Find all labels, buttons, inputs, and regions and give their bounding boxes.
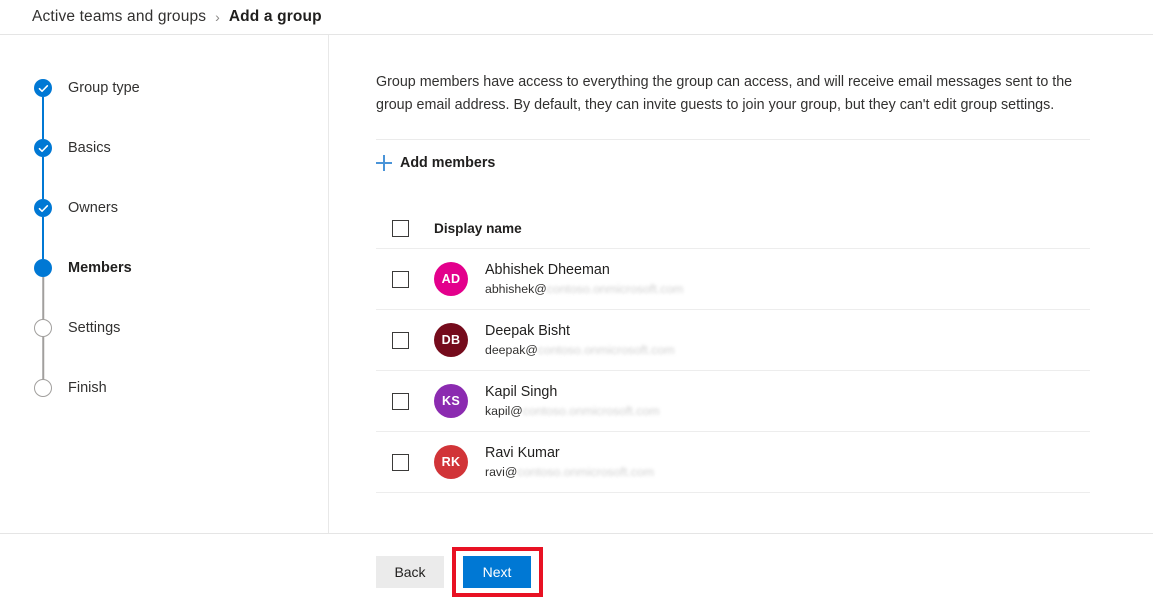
- breadcrumb-current: Add a group: [228, 8, 322, 25]
- member-name: Deepak Bisht: [485, 322, 571, 339]
- sidebar-item-label: Settings: [68, 320, 121, 336]
- member-email-visible: kapil@: [485, 403, 523, 418]
- table-row[interactable]: DB Deepak Bisht deepak@contoso.onmicroso…: [376, 310, 1090, 371]
- avatar: AD: [434, 262, 468, 296]
- row-select-cell: [376, 392, 434, 410]
- member-identity: Abhishek Dheeman abhishek@contoso.onmicr…: [485, 261, 683, 298]
- row-select-cell: [376, 270, 434, 288]
- sidebar-item-label: Owners: [68, 200, 118, 216]
- step-marker-column: [34, 199, 52, 259]
- member-email: abhishek@contoso.onmicrosoft.com: [485, 281, 683, 298]
- select-all-cell: [376, 219, 434, 237]
- member-name: Abhishek Dheeman: [485, 261, 610, 278]
- sidebar-item-label: Group type: [68, 80, 140, 96]
- sidebar-item-label: Finish: [68, 380, 107, 396]
- row-checkbox[interactable]: [392, 331, 409, 349]
- plus-icon: [376, 155, 392, 171]
- row-select-cell: [376, 453, 434, 471]
- add-members-label: Add members: [400, 155, 496, 171]
- sidebar-item-members[interactable]: Members: [34, 259, 304, 319]
- avatar: DB: [434, 323, 468, 357]
- breadcrumb-parent-link[interactable]: Active teams and groups: [32, 8, 206, 26]
- member-email: kapil@contoso.onmicrosoft.com: [485, 403, 659, 420]
- member-email: ravi@contoso.onmicrosoft.com: [485, 464, 654, 481]
- members-panel: Group members have access to everything …: [376, 35, 1091, 493]
- member-email-visible: deepak@: [485, 342, 538, 357]
- avatar: RK: [434, 445, 468, 479]
- empty-circle-icon: [34, 319, 52, 337]
- table-header-row: Display name: [376, 208, 1090, 249]
- table-row[interactable]: KS Kapil Singh kapil@contoso.onmicrosoft…: [376, 371, 1090, 432]
- step-connector: [42, 217, 44, 259]
- table-row[interactable]: RK Ravi Kumar ravi@contoso.onmicrosoft.c…: [376, 432, 1090, 493]
- step-marker-column: [34, 319, 52, 379]
- step-connector: [42, 157, 44, 199]
- member-email-redacted: contoso.onmicrosoft.com: [517, 464, 655, 479]
- check-circle-icon: [34, 199, 52, 217]
- member-email-visible: ravi@: [485, 464, 518, 479]
- members-table: Display name AD Abhishek Dheeman abhishe…: [376, 208, 1090, 493]
- chevron-right-icon: ›: [215, 9, 220, 25]
- sidebar-item-label: Members: [68, 260, 132, 276]
- row-checkbox[interactable]: [392, 270, 409, 288]
- column-header-display-name: Display name: [434, 220, 522, 236]
- row-checkbox[interactable]: [392, 453, 409, 471]
- filled-circle-icon: [34, 259, 52, 277]
- check-circle-icon: [34, 79, 52, 97]
- step-marker-column: [34, 79, 52, 139]
- wizard-step-list: Group type Basics Owners Members Setting…: [34, 79, 304, 439]
- avatar: KS: [434, 384, 468, 418]
- select-all-checkbox[interactable]: [392, 219, 409, 237]
- member-email-redacted: contoso.onmicrosoft.com: [537, 342, 675, 357]
- member-name: Kapil Singh: [485, 383, 558, 400]
- step-marker-column: [34, 379, 52, 397]
- member-identity: Kapil Singh kapil@contoso.onmicrosoft.co…: [485, 383, 659, 420]
- member-email-visible: abhishek@: [485, 281, 547, 296]
- breadcrumb: Active teams and groups › Add a group: [0, 0, 1153, 34]
- check-circle-icon: [34, 139, 52, 157]
- member-email-redacted: contoso.onmicrosoft.com: [522, 403, 660, 418]
- sidebar-item-label: Basics: [68, 140, 111, 156]
- panel-description: Group members have access to everything …: [376, 74, 1073, 113]
- member-name: Ravi Kumar: [485, 444, 560, 461]
- member-identity: Ravi Kumar ravi@contoso.onmicrosoft.com: [485, 444, 654, 481]
- next-button[interactable]: Next: [463, 556, 531, 588]
- step-connector: [42, 277, 44, 319]
- step-connector: [42, 337, 44, 379]
- sidebar-item-group-type[interactable]: Group type: [34, 79, 304, 139]
- member-email-redacted: contoso.onmicrosoft.com: [546, 281, 684, 296]
- wizard-footer: Back Next: [0, 534, 1153, 597]
- wizard-body: Group type Basics Owners Members Setting…: [0, 35, 1153, 533]
- sidebar-item-settings[interactable]: Settings: [34, 319, 304, 379]
- add-members-button[interactable]: Add members: [376, 142, 526, 184]
- step-marker-column: [34, 259, 52, 319]
- panel-divider: [376, 139, 1090, 140]
- step-marker-column: [34, 139, 52, 199]
- empty-circle-icon: [34, 379, 52, 397]
- member-email: deepak@contoso.onmicrosoft.com: [485, 342, 675, 359]
- row-checkbox[interactable]: [392, 392, 409, 410]
- sidebar-divider: [328, 35, 329, 533]
- back-button[interactable]: Back: [376, 556, 444, 588]
- sidebar-item-basics[interactable]: Basics: [34, 139, 304, 199]
- step-connector: [42, 97, 44, 139]
- sidebar-item-owners[interactable]: Owners: [34, 199, 304, 259]
- sidebar-item-finish[interactable]: Finish: [34, 379, 304, 439]
- member-identity: Deepak Bisht deepak@contoso.onmicrosoft.…: [485, 322, 675, 359]
- table-row[interactable]: AD Abhishek Dheeman abhishek@contoso.onm…: [376, 249, 1090, 310]
- row-select-cell: [376, 331, 434, 349]
